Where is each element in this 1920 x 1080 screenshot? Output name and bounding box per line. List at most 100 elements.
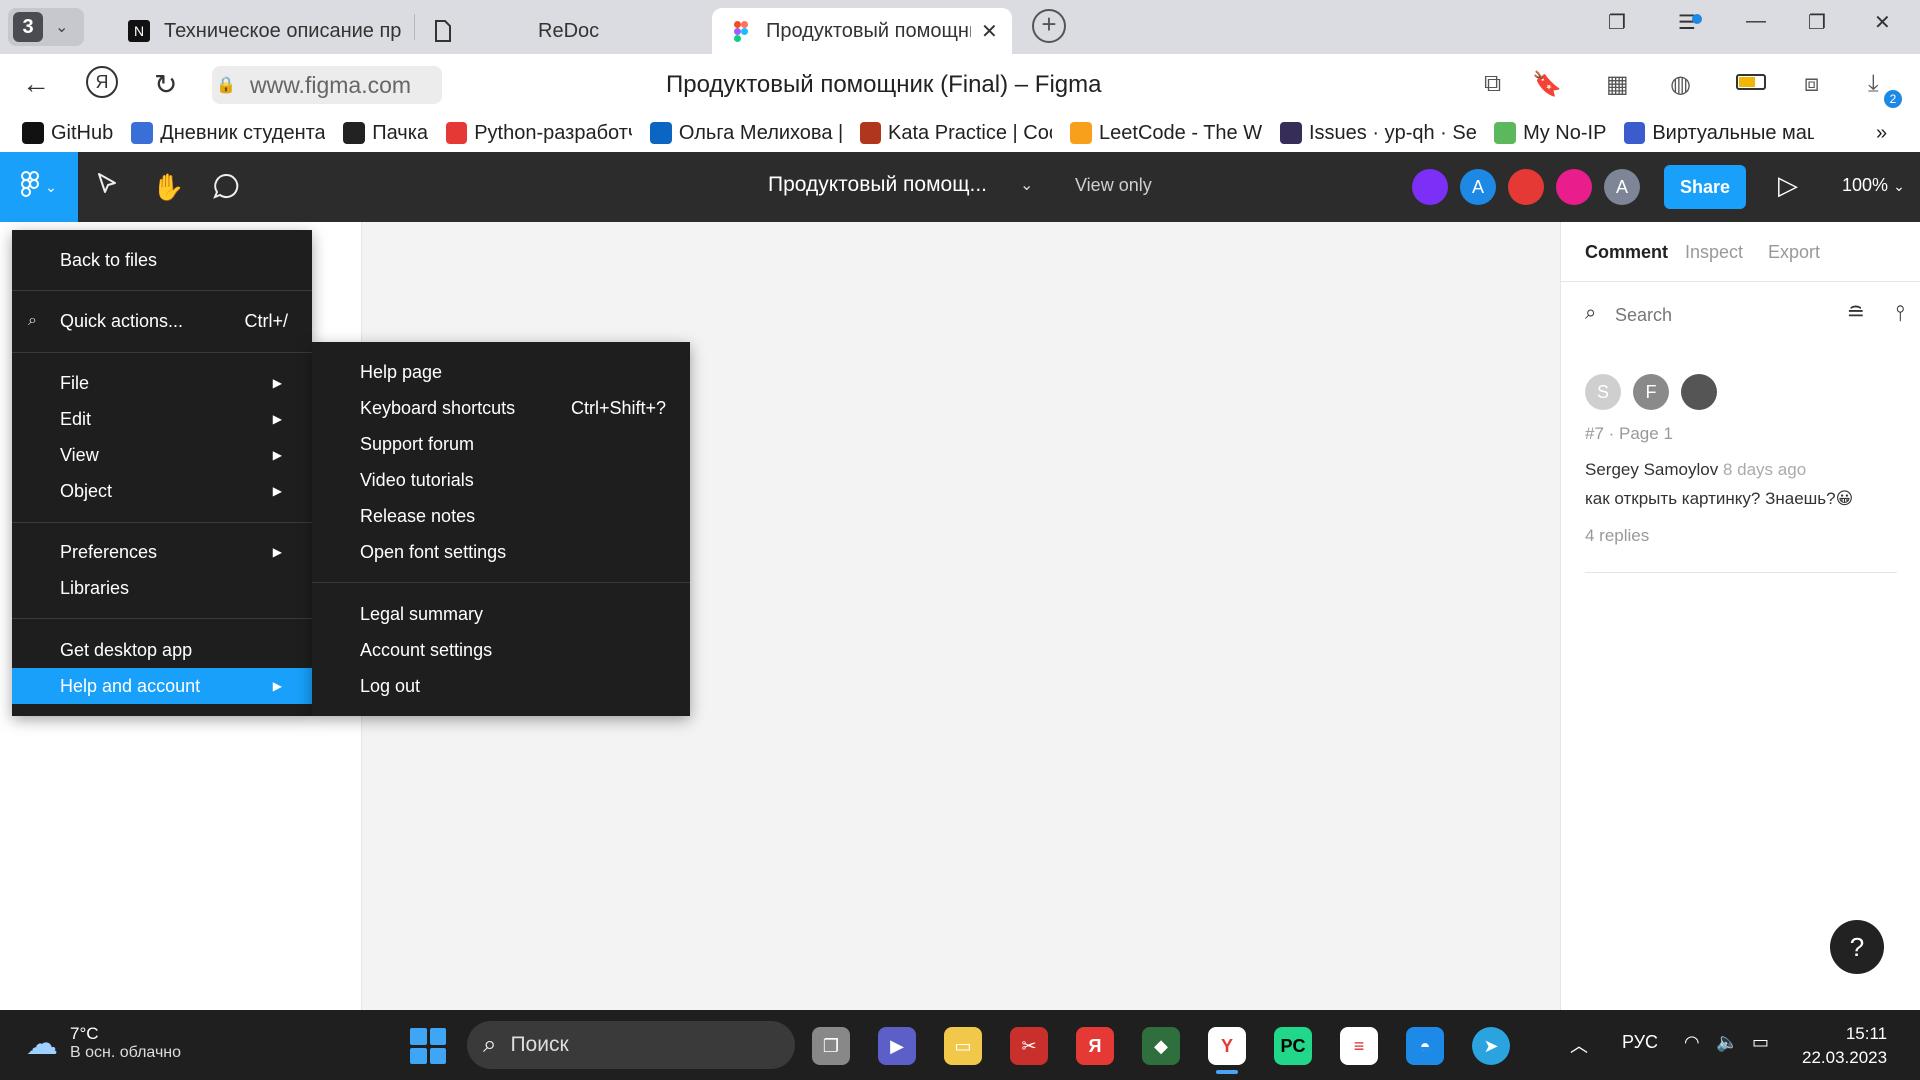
move-tool-icon[interactable] — [96, 172, 118, 203]
restore-icon[interactable]: ❐ — [1808, 10, 1826, 35]
download-icon[interactable]: ⤓ — [1868, 70, 1879, 98]
close-window-icon[interactable]: ✕ — [1874, 10, 1891, 35]
tab-export[interactable]: Export — [1768, 242, 1820, 263]
bookmarks-panel-icon[interactable]: ❐ — [1608, 10, 1626, 35]
browser-tab-2[interactable]: ReDoc — [432, 8, 692, 54]
tab-inspect[interactable]: Inspect — [1685, 242, 1743, 263]
menu-item-open-font-settings[interactable]: Open font settings — [312, 534, 690, 570]
menu-item-help-page[interactable]: Help page — [312, 354, 690, 390]
file-explorer-icon[interactable]: ▭ — [944, 1027, 982, 1065]
clock[interactable]: 15:11 22.03.2023 — [1802, 1022, 1887, 1070]
avatar[interactable]: A — [1604, 169, 1640, 205]
chevron-up-icon[interactable]: ︿ — [1570, 1032, 1588, 1058]
main-menu-button[interactable]: ⌄ — [0, 152, 78, 222]
menu-item-preferences[interactable]: Preferences ▶ — [12, 534, 312, 570]
game-app-icon[interactable]: ◆ — [1142, 1027, 1180, 1065]
bookmark-item[interactable]: Дневник студента — [131, 122, 325, 145]
present-play-icon[interactable]: ▷ — [1778, 170, 1798, 201]
vpn-globe-icon[interactable]: ◍ — [1670, 70, 1691, 99]
comment-meta[interactable]: #7 · Page 1 — [1585, 424, 1673, 444]
browser-tab-3-active[interactable]: Продуктовый помощни ✕ — [712, 8, 1012, 54]
taskbar-search[interactable]: ⌕ Поиск — [467, 1021, 795, 1069]
comment-replies-link[interactable]: 4 replies — [1585, 526, 1649, 546]
bookmark-item[interactable]: Python-разработч — [446, 122, 632, 145]
todo-app-icon[interactable]: ≡ — [1340, 1027, 1378, 1065]
menu-item-get-desktop-app[interactable]: Get desktop app — [12, 632, 312, 668]
bookmarks-overflow-icon[interactable]: » — [1876, 122, 1887, 145]
avatar[interactable] — [1508, 169, 1544, 205]
bookmark-item[interactable]: LeetCode - The W — [1070, 122, 1262, 145]
battery-icon[interactable] — [1736, 74, 1766, 90]
tab-title: Продуктовый помощни — [766, 19, 971, 42]
comment-search[interactable]: ⌕ Search ≘ ⫯ — [1585, 300, 1905, 332]
bookmark-item[interactable]: My No-IP — [1494, 122, 1606, 145]
url-field[interactable]: 🔒 www.figma.com — [212, 66, 442, 104]
tab-comment[interactable]: Comment — [1585, 242, 1668, 263]
windows-start-icon[interactable] — [410, 1028, 446, 1064]
share-button[interactable]: Share — [1664, 165, 1746, 209]
menu-item-quick-actions[interactable]: ⌕ Quick actions... Ctrl+/ — [12, 303, 312, 339]
bookmark-item[interactable]: GitHub — [22, 122, 113, 145]
bookmark-item[interactable]: Виртуальные маш — [1624, 122, 1814, 145]
filter-icon[interactable]: ≘ — [1847, 300, 1865, 326]
collections-icon[interactable]: ⧈ — [1804, 70, 1819, 98]
menu-item-keyboard-shortcuts[interactable]: Keyboard shortcuts Ctrl+Shift+? — [312, 390, 690, 426]
pycharm-icon[interactable]: PC — [1274, 1027, 1312, 1065]
shortcut-label: Ctrl+Shift+? — [570, 397, 666, 418]
reload-icon[interactable]: ↻ — [154, 68, 177, 101]
bookmark-item[interactable]: Kata Practice | Cod — [860, 122, 1052, 145]
browser-tab-1[interactable]: N Техническое описание пр — [128, 8, 408, 54]
tab-counter-button[interactable]: 3 ⌄ — [8, 8, 84, 46]
teams-chat-icon[interactable]: ▶ — [878, 1027, 916, 1065]
wifi-icon[interactable]: ◠ — [1684, 1032, 1700, 1053]
chevron-down-icon[interactable]: ⌄ — [1020, 175, 1033, 195]
bookmark-item[interactable]: Пачка — [343, 122, 428, 145]
qr-code-icon[interactable]: ▦ — [1606, 70, 1629, 99]
yandex-icon[interactable]: Я — [86, 66, 118, 98]
snipping-tool-icon[interactable]: ✂ — [1010, 1027, 1048, 1065]
avatar[interactable] — [1412, 169, 1448, 205]
menu-item-libraries[interactable]: Libraries — [12, 570, 312, 606]
downloads-badge: 2 — [1884, 90, 1902, 108]
yandex-browser-icon[interactable]: Y — [1208, 1027, 1246, 1065]
menu-item-view[interactable]: View ▶ — [12, 437, 312, 473]
telegram-icon[interactable]: ➤ — [1472, 1027, 1510, 1065]
yandex-app-icon[interactable]: Я — [1076, 1027, 1114, 1065]
extension-icon[interactable]: ⧉ — [1484, 70, 1501, 98]
menu-item-back-to-files[interactable]: Back to files — [12, 242, 312, 278]
file-name[interactable]: Продуктовый помощ... — [768, 173, 987, 197]
menu-item-support-forum[interactable]: Support forum — [312, 426, 690, 462]
minimize-icon[interactable]: — — [1746, 10, 1766, 33]
menu-item-label: Video tutorials — [360, 469, 474, 490]
bookmark-item[interactable]: Ольга Мелихова | — [650, 122, 842, 145]
menu-item-video-tutorials[interactable]: Video tutorials — [312, 462, 690, 498]
new-tab-button[interactable]: + — [1032, 9, 1066, 43]
settings-sliders-icon[interactable]: ⫯ — [1895, 300, 1905, 326]
task-view-icon[interactable]: ❐ — [812, 1027, 850, 1065]
avatar[interactable] — [1556, 169, 1592, 205]
battery-icon[interactable]: ▭ — [1752, 1032, 1769, 1053]
menu-item-release-notes[interactable]: Release notes — [312, 498, 690, 534]
bookmark-icon[interactable]: 🔖 — [1532, 70, 1562, 99]
menu-item-account-settings[interactable]: Account settings — [312, 632, 690, 668]
menu-item-file[interactable]: File ▶ — [12, 365, 312, 401]
volume-icon[interactable]: 🔈 — [1716, 1032, 1738, 1053]
menu-item-log-out[interactable]: Log out — [312, 668, 690, 704]
menu-item-legal-summary[interactable]: Legal summary — [312, 596, 690, 632]
menu-item-edit[interactable]: Edit ▶ — [12, 401, 312, 437]
menu-item-help-and-account[interactable]: Help and account ▶ — [12, 668, 312, 704]
back-arrow-icon[interactable]: ← — [22, 68, 50, 100]
bookmark-label: Дневник студента — [160, 121, 326, 144]
weather-widget[interactable]: ☁ 7°C В осн. облачно — [26, 1024, 181, 1062]
help-button[interactable]: ? — [1830, 920, 1884, 974]
comment-tool-icon[interactable] — [212, 172, 240, 207]
bookmark-item[interactable]: Issues · yp-qh · Se — [1280, 122, 1476, 145]
menu-item-object[interactable]: Object ▶ — [12, 473, 312, 509]
zoom-dropdown[interactable]: 100% ⌄ — [1842, 175, 1905, 196]
avatar[interactable]: A — [1460, 169, 1496, 205]
hand-tool-icon[interactable]: ✋ — [152, 172, 184, 203]
language-indicator[interactable]: РУС — [1622, 1032, 1658, 1053]
docker-icon[interactable]: ◓ — [1406, 1027, 1444, 1065]
close-icon[interactable]: ✕ — [981, 19, 998, 44]
menu-item-label: Account settings — [360, 639, 493, 660]
